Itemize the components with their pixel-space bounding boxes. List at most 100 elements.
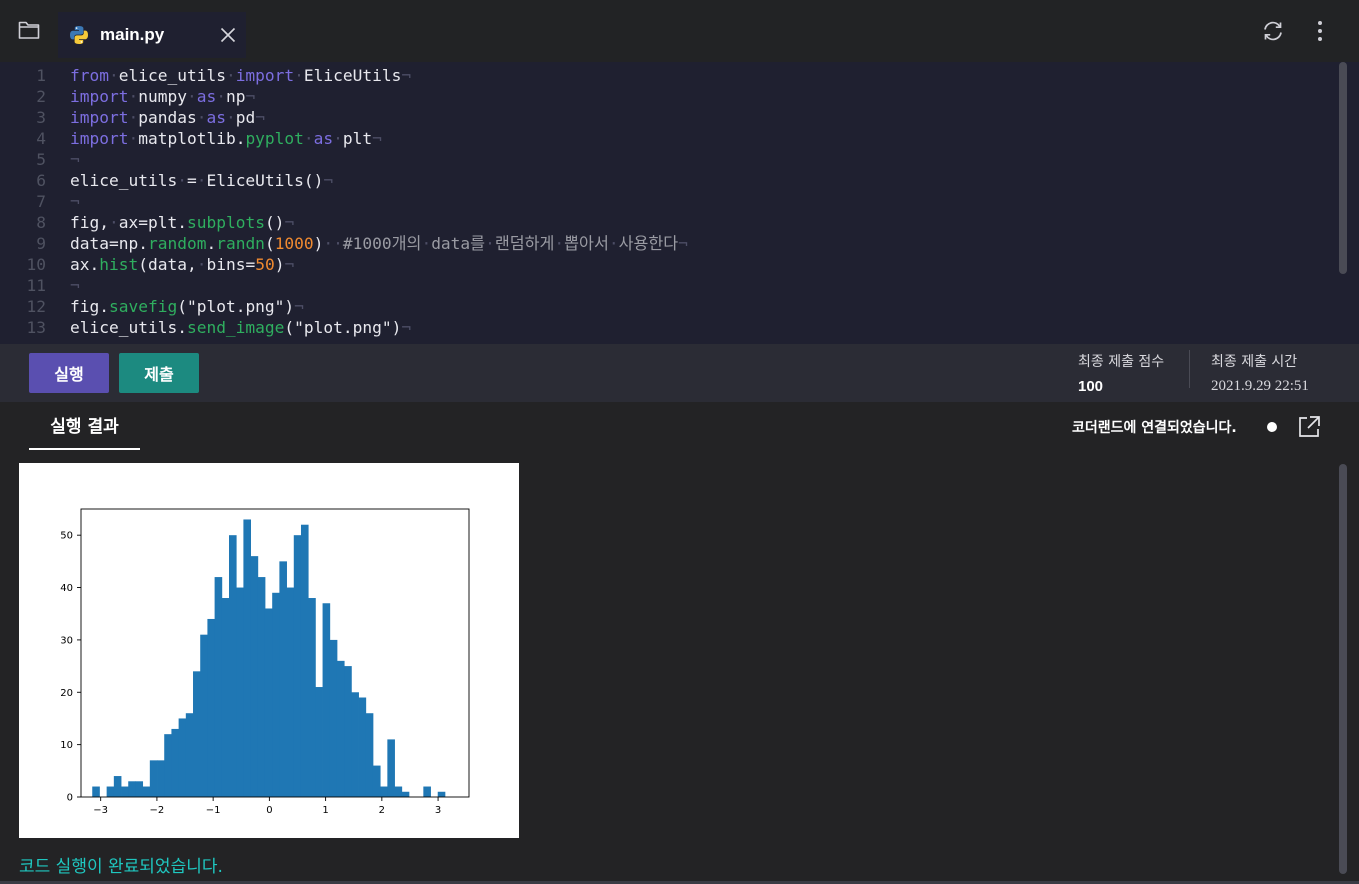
code-editor[interactable]: 1 from·elice_utils·import·EliceUtils¬ 2 imp… xyxy=(0,62,1338,344)
histogram-bar xyxy=(329,639,338,797)
histogram-bar xyxy=(365,713,374,797)
histogram-bar xyxy=(358,697,367,797)
code-text: elice_utils·=·EliceUtils()¬ xyxy=(70,171,334,190)
line-number: 9 xyxy=(36,234,46,253)
line-number: 2 xyxy=(36,87,46,106)
x-tick-label: −3 xyxy=(93,805,108,816)
histogram-plot: −3 −2 −1 0 1 2 3 0 10 20 30 40 50 xyxy=(19,463,519,838)
line-number: 11 xyxy=(26,276,47,295)
more-vertical-icon[interactable] xyxy=(1310,18,1330,44)
histogram-bar xyxy=(243,519,251,797)
histogram-chart: −3 −2 −1 0 1 2 301020304050 xyxy=(60,508,470,816)
editor-scrollbar[interactable] xyxy=(1338,62,1359,344)
x-tick-label: 0 xyxy=(266,805,272,816)
code-text: ¬ xyxy=(70,150,80,169)
code-line[interactable]: 6 elice_utils·=·EliceUtils()¬ xyxy=(0,170,1338,191)
code-text: data=np.random.randn(1000)··#1000개의·data… xyxy=(70,234,688,253)
tab-filename: main.py xyxy=(100,25,165,44)
histogram-bar xyxy=(214,577,223,797)
code-text: fig,·ax=plt.subplots()¬ xyxy=(70,213,295,232)
line-number: 4 xyxy=(36,129,46,148)
close-icon[interactable] xyxy=(218,25,238,45)
histogram-bar xyxy=(315,687,323,797)
code-line[interactable]: 12 fig.savefig("plot.png")¬ xyxy=(0,296,1338,317)
code-line[interactable]: 1 from·elice_utils·import·EliceUtils¬ xyxy=(0,65,1338,86)
y-tick-label: 50 xyxy=(60,531,73,542)
histogram-bar xyxy=(308,598,316,797)
code-line[interactable]: 13 elice_utils.send_image("plot.png")¬ xyxy=(0,317,1338,338)
x-tick-label: 3 xyxy=(435,805,441,816)
line-number: 10 xyxy=(26,255,47,274)
histogram-bar xyxy=(185,713,194,797)
y-tick-label: 20 xyxy=(60,688,73,699)
line-number: 8 xyxy=(36,213,46,232)
histogram-bar xyxy=(193,671,201,797)
code-text: ¬ xyxy=(70,276,80,295)
external-link-icon[interactable] xyxy=(1296,414,1322,440)
code-text: ¬ xyxy=(70,192,80,211)
line-number: 5 xyxy=(36,150,46,169)
histogram-bar xyxy=(387,739,395,797)
histogram-bar xyxy=(149,760,158,797)
code-text: import·numpy·as·np¬ xyxy=(70,87,256,106)
histogram-bar xyxy=(207,618,216,797)
line-number: 7 xyxy=(36,192,46,211)
histogram-bar xyxy=(257,577,266,797)
run-button[interactable]: 실행 xyxy=(29,353,109,393)
refresh-icon[interactable] xyxy=(1260,18,1286,44)
histogram-bar xyxy=(423,786,431,797)
divider xyxy=(1189,350,1190,388)
folder-icon[interactable] xyxy=(14,15,44,45)
histogram-bar xyxy=(121,786,129,797)
editor-scrollbar-thumb[interactable] xyxy=(1339,62,1347,274)
code-text: from·elice_utils·import·EliceUtils¬ xyxy=(70,66,412,85)
code-line[interactable]: 9 data=np.random.randn(1000)··#1000개의·dat… xyxy=(0,233,1338,254)
histogram-bar xyxy=(171,728,180,797)
histogram-bar xyxy=(437,791,446,797)
y-tick-label: 40 xyxy=(60,583,73,594)
histogram-bar xyxy=(92,786,100,797)
final-score-value: 100 xyxy=(1078,378,1104,395)
code-line[interactable]: 11 ¬ xyxy=(0,275,1338,296)
code-line[interactable]: 5 ¬ xyxy=(0,149,1338,170)
completion-message: 코드 실행이 완료되었습니다. xyxy=(19,857,223,877)
code-text: import·pandas·as·pd¬ xyxy=(70,108,265,127)
code-line[interactable]: 7 ¬ xyxy=(0,191,1338,212)
x-tick-label: 1 xyxy=(322,805,328,816)
file-tab-main-py[interactable]: main.py xyxy=(58,12,246,58)
histogram-bar xyxy=(178,718,187,797)
histogram-bar xyxy=(264,608,273,797)
histogram-bar xyxy=(279,561,287,797)
code-line[interactable]: 3 import·pandas·as·pd¬ xyxy=(0,107,1338,128)
final-score-label: 최종 제출 점수 xyxy=(1078,354,1165,370)
histogram-bar xyxy=(286,587,295,797)
histogram-bar xyxy=(221,598,230,797)
y-tick-label: 30 xyxy=(60,635,73,646)
code-line[interactable]: 2 import·numpy·as·np¬ xyxy=(0,86,1338,107)
tab-run-result[interactable]: 실행 결과 xyxy=(29,414,140,450)
submit-button[interactable]: 제출 xyxy=(119,353,199,393)
histogram-bar xyxy=(113,776,122,797)
x-tick-label: 2 xyxy=(379,805,385,816)
code-text: ax.hist(data,·bins=50)¬ xyxy=(70,255,295,274)
code-line[interactable]: 10 ax.hist(data,·bins=50)¬ xyxy=(0,254,1338,275)
code-text: elice_utils.send_image("plot.png")¬ xyxy=(70,318,412,337)
x-tick-label: −2 xyxy=(150,805,165,816)
histogram-bar xyxy=(236,587,244,797)
line-number: 13 xyxy=(26,318,47,337)
histogram-bar xyxy=(380,786,388,797)
histogram-bar xyxy=(106,786,115,797)
histogram-bar xyxy=(128,781,136,797)
histogram-bar xyxy=(157,760,165,797)
histogram-bar xyxy=(164,734,172,797)
histogram-bar xyxy=(135,781,144,797)
x-tick-label: −1 xyxy=(206,805,221,816)
line-number: 3 xyxy=(36,108,46,127)
code-line[interactable]: 4 import·matplotlib.pyplot·as·plt¬ xyxy=(0,128,1338,149)
histogram-bar xyxy=(272,592,280,797)
code-line[interactable]: 8 fig,·ax=plt.subplots()¬ xyxy=(0,212,1338,233)
output-scrollbar-thumb[interactable] xyxy=(1339,464,1347,874)
line-number: 6 xyxy=(36,171,46,190)
output-scrollbar[interactable] xyxy=(1338,452,1359,884)
app-window: main.py 1 from·elice_utils·import·EliceUt… xyxy=(0,0,1359,884)
